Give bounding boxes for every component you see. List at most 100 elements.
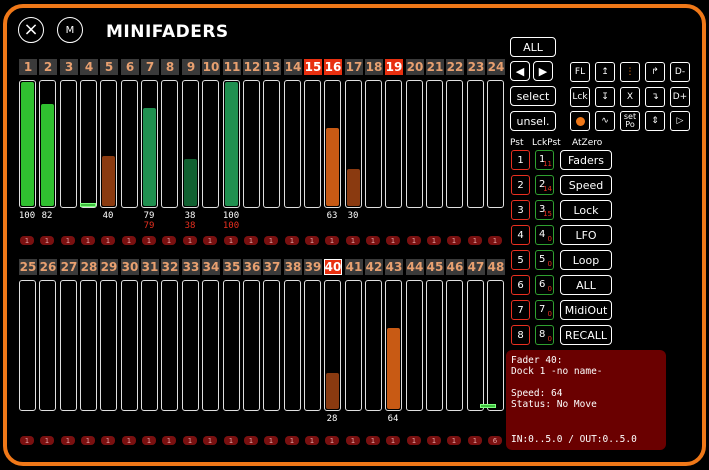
fader-pill[interactable]: 1 [244,436,258,445]
fader-number-1[interactable]: 1 [19,59,37,75]
fader-number-26[interactable]: 26 [39,259,57,275]
fader-track[interactable] [161,280,178,411]
fader-number-22[interactable]: 22 [446,59,464,75]
fader-number-28[interactable]: 28 [80,259,98,275]
fader-number-34[interactable]: 34 [202,259,220,275]
fader-number-38[interactable]: 38 [284,259,302,275]
ramp-up-button[interactable]: ↱ [645,62,665,82]
fader-pill[interactable]: 1 [203,436,217,445]
fader-track[interactable] [60,80,77,208]
fader-pill[interactable]: 1 [468,236,482,245]
fader-pill[interactable]: 1 [447,436,461,445]
action-button[interactable]: Loop [560,250,612,270]
fader-number-13[interactable]: 13 [263,59,281,75]
fader-number-16[interactable]: 16 [324,59,342,75]
fader-number-42[interactable]: 42 [365,259,383,275]
fader-number-31[interactable]: 31 [141,259,159,275]
fader-track[interactable] [80,80,97,208]
fader-pill[interactable]: 1 [325,236,339,245]
action-button[interactable]: RECALL [560,325,612,345]
fader-pill[interactable]: 1 [101,436,115,445]
fader-track[interactable] [426,80,443,208]
close-button[interactable]: × [18,17,44,43]
fader-pill[interactable]: 1 [386,436,400,445]
fader-pill[interactable]: 1 [122,236,136,245]
fader-track[interactable] [365,80,382,208]
lock-preset-button[interactable]: 80 [535,325,554,345]
fader-track[interactable] [100,80,117,208]
fader-pill[interactable]: 1 [407,236,421,245]
record-button[interactable] [570,111,590,131]
preset-button[interactable]: 7 [511,300,530,320]
fl-button[interactable]: FL [570,62,590,82]
fader-track[interactable] [467,280,484,411]
fader-number-44[interactable]: 44 [406,259,424,275]
fader-pill[interactable]: 1 [264,436,278,445]
fader-track[interactable] [406,80,423,208]
ramp-down-button[interactable]: ↴ [645,87,665,107]
fader-pill[interactable]: 1 [122,436,136,445]
fader-number-10[interactable]: 10 [202,59,220,75]
bottom-align-button[interactable]: ↧ [595,87,615,107]
fader-pill[interactable]: 1 [305,436,319,445]
fader-number-27[interactable]: 27 [60,259,78,275]
fader-track[interactable] [263,80,280,208]
fader-pill[interactable]: 1 [142,236,156,245]
fader-pill[interactable]: 1 [447,236,461,245]
fader-track[interactable] [487,80,504,208]
d-plus-button[interactable]: D+ [670,87,690,107]
lock-preset-button[interactable]: 1 11 [535,150,554,170]
fader-number-43[interactable]: 43 [385,259,403,275]
updown-button[interactable]: ⇕ [645,111,665,131]
fader-pill[interactable]: 1 [162,236,176,245]
x-button[interactable]: X [620,87,640,107]
lck-button[interactable]: Lck [570,87,590,107]
fader-track[interactable] [487,280,504,411]
fader-number-24[interactable]: 24 [487,59,505,75]
fader-pill[interactable]: 1 [81,236,95,245]
fader-number-19[interactable]: 19 [385,59,403,75]
fader-pill[interactable]: 1 [366,436,380,445]
fader-number-33[interactable]: 33 [182,259,200,275]
lock-preset-button[interactable]: 50 [535,250,554,270]
fader-pill[interactable]: 1 [101,236,115,245]
fader-track[interactable] [304,280,321,411]
fader-number-32[interactable]: 32 [161,259,179,275]
fader-pill[interactable]: 1 [346,236,360,245]
fader-pill[interactable]: 1 [325,436,339,445]
fader-pill[interactable]: 1 [81,436,95,445]
fader-number-29[interactable]: 29 [100,259,118,275]
fader-number-7[interactable]: 7 [141,59,159,75]
fader-number-23[interactable]: 23 [467,59,485,75]
fader-track[interactable] [345,80,362,208]
fader-number-25[interactable]: 25 [19,259,37,275]
all-select-button[interactable]: ALL [510,37,556,57]
fader-track[interactable] [202,280,219,411]
preset-button[interactable]: 2 [511,175,530,195]
fader-number-46[interactable]: 46 [446,259,464,275]
fader-pill[interactable]: 1 [40,436,54,445]
unselect-button[interactable]: unsel. [510,111,556,131]
fader-number-8[interactable]: 8 [161,59,179,75]
fader-pill[interactable]: 1 [162,436,176,445]
fader-track[interactable] [121,80,138,208]
fader-pill[interactable]: 1 [386,236,400,245]
fader-number-5[interactable]: 5 [100,59,118,75]
fader-number-20[interactable]: 20 [406,59,424,75]
fader-number-40[interactable]: 40 [324,259,342,275]
preset-button[interactable]: 5 [511,250,530,270]
fader-track[interactable] [100,280,117,411]
fader-pill[interactable]: 6 [488,436,502,445]
fader-track[interactable] [39,280,56,411]
fader-number-18[interactable]: 18 [365,59,383,75]
fader-pill[interactable]: 1 [346,436,360,445]
fader-track[interactable] [406,280,423,411]
fader-track[interactable] [223,280,240,411]
fader-track[interactable] [182,280,199,411]
fader-number-6[interactable]: 6 [121,59,139,75]
fader-pill[interactable]: 1 [20,436,34,445]
lock-preset-button[interactable]: 2 14 [535,175,554,195]
fader-pill[interactable]: 1 [468,436,482,445]
fader-number-4[interactable]: 4 [80,59,98,75]
fader-track[interactable] [385,280,402,411]
